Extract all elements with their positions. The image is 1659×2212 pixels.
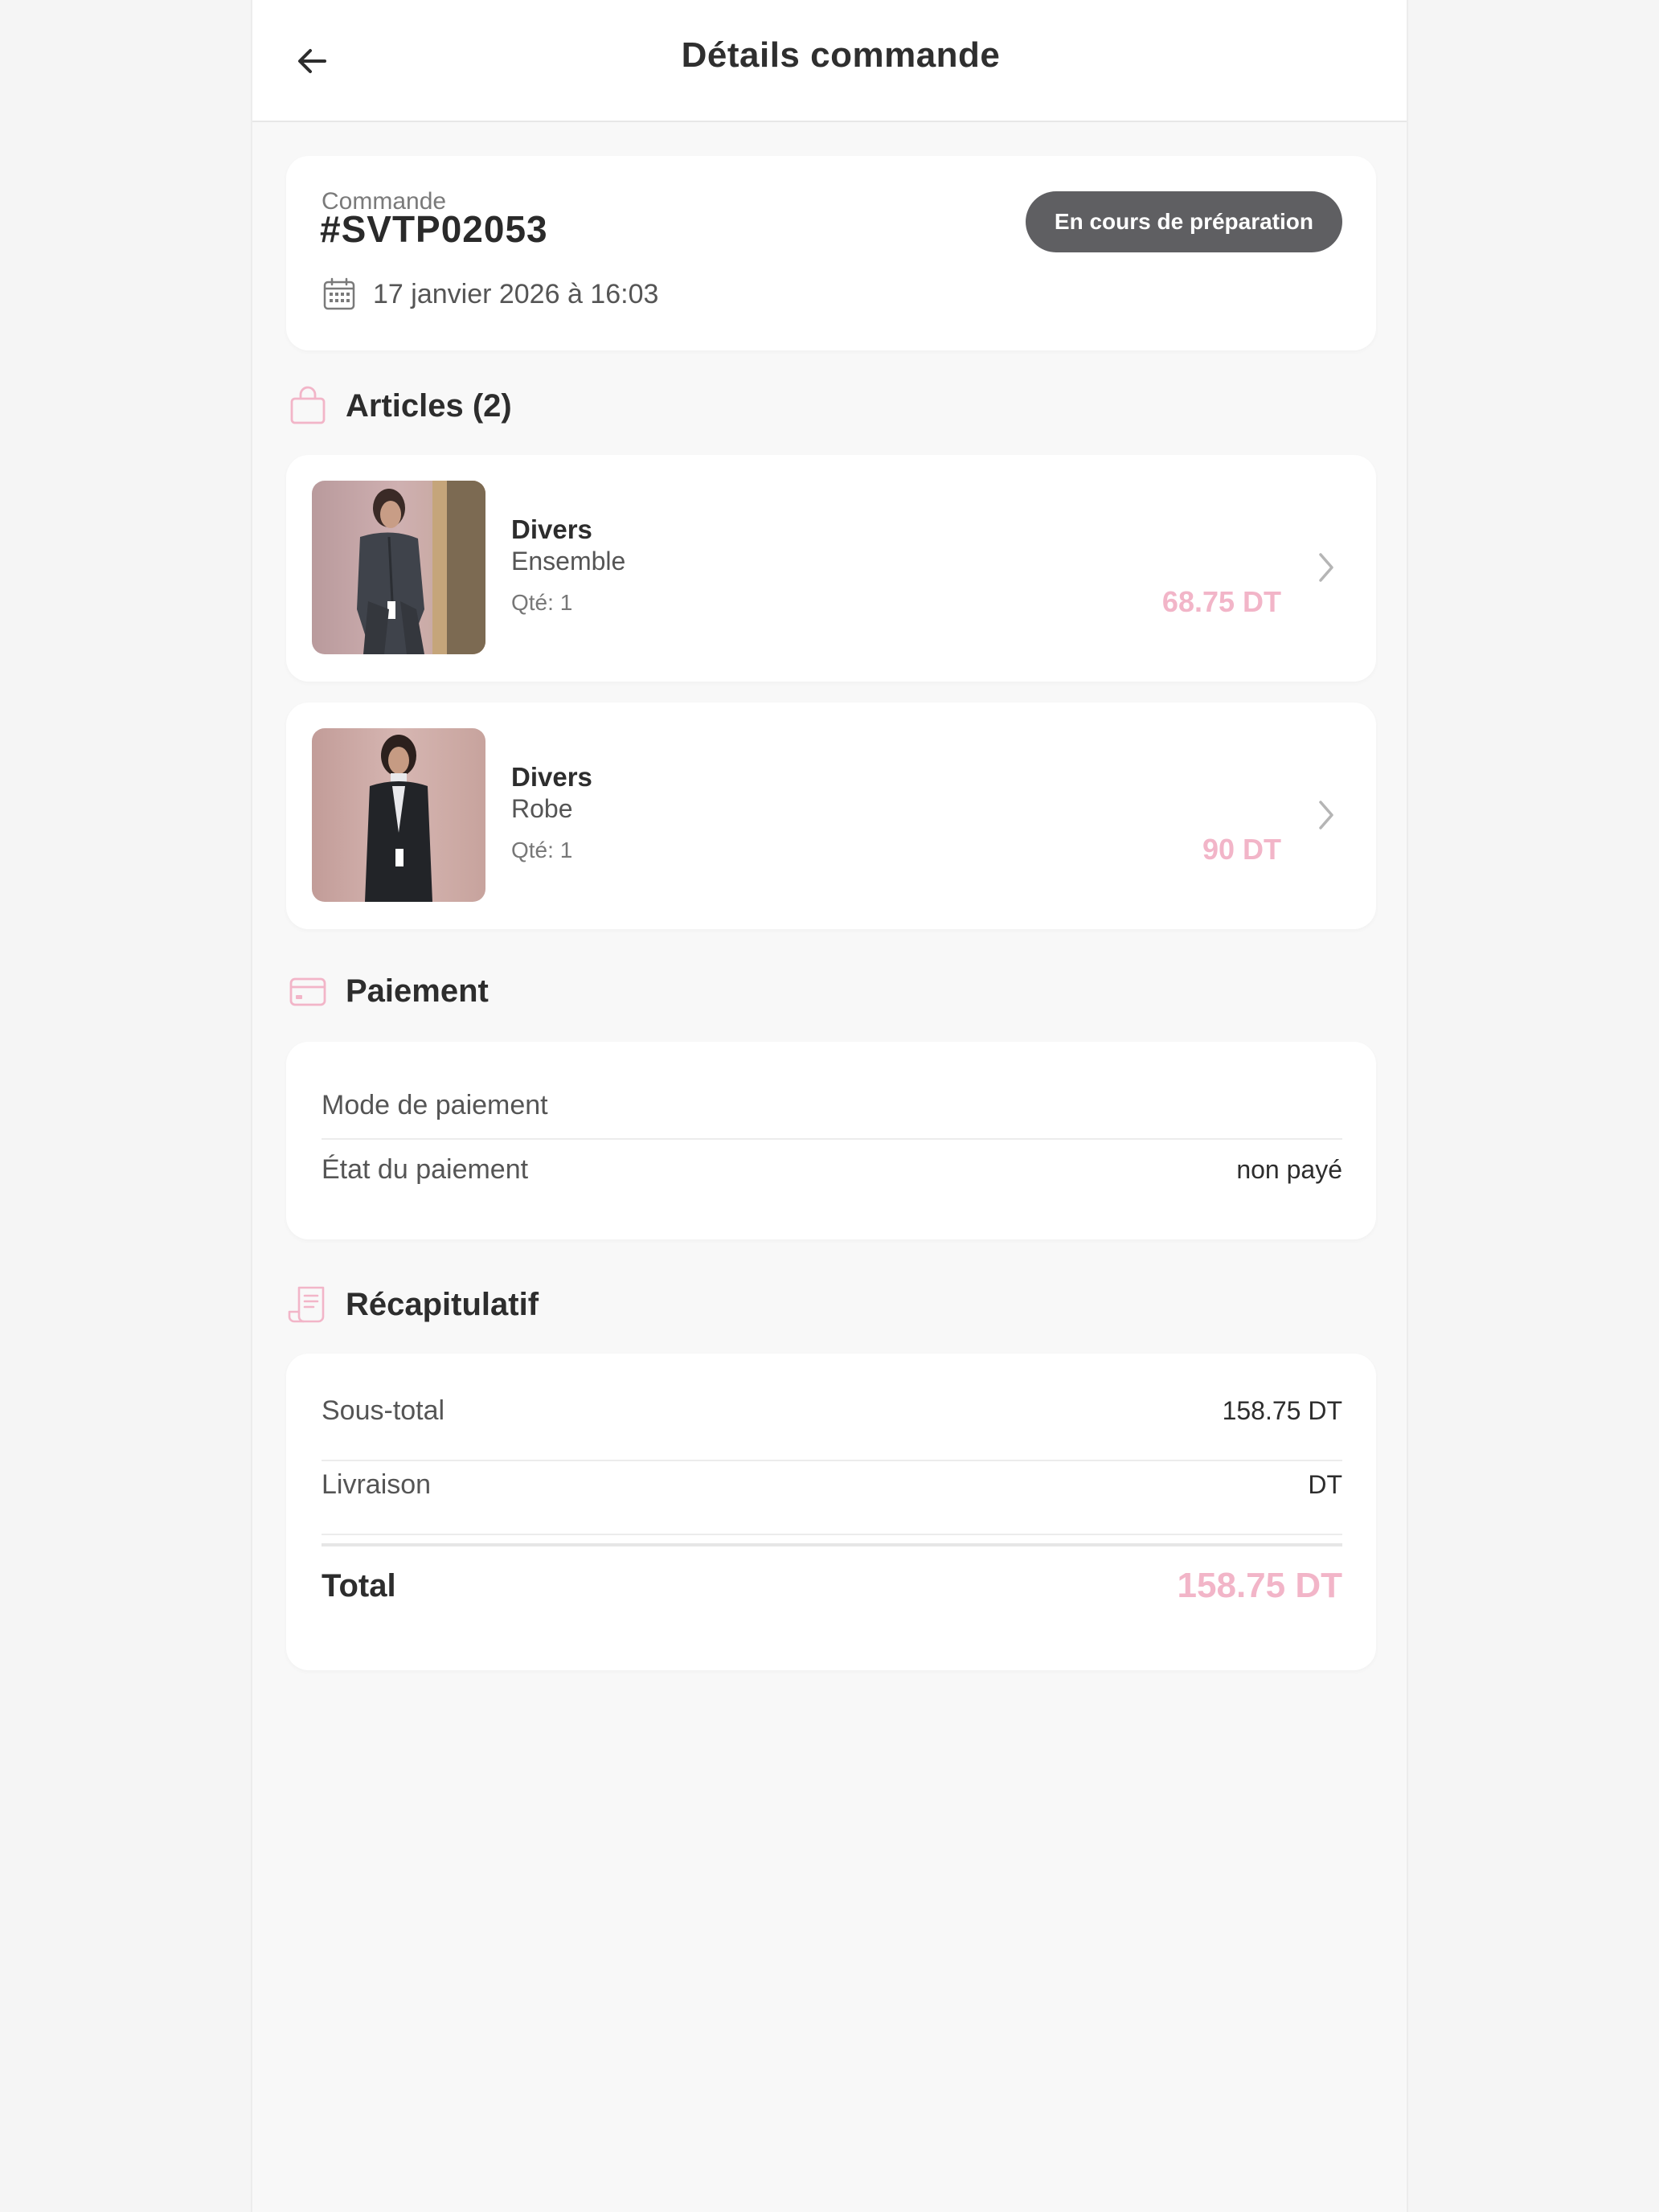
receipt-icon [288, 1286, 325, 1323]
product-image [312, 728, 485, 902]
item-variant: Robe [511, 794, 573, 823]
order-details-screen: Détails commande Commande #SVTP02053 En … [251, 0, 1408, 2212]
chevron-right-icon [1310, 796, 1342, 834]
summary-card: Sous-total 158.75 DT Livraison DT Total … [286, 1354, 1376, 1670]
delivery-row: Livraison DT [322, 1469, 1342, 1501]
product-image [312, 481, 485, 654]
total-label: Total [322, 1567, 396, 1604]
shopping-bag-icon [290, 386, 326, 424]
total-divider [322, 1543, 1342, 1546]
payment-mode-row: Mode de paiement [322, 1090, 1342, 1121]
payment-title: Paiement [346, 973, 489, 1009]
item-quantity: Qté: 1 [511, 590, 573, 615]
payment-status-label: État du paiement [322, 1154, 529, 1185]
delivery-value: DT [1308, 1470, 1342, 1499]
summary-title: Récapitulatif [346, 1286, 539, 1322]
chevron-right-icon [1310, 548, 1342, 587]
item-quantity: Qté: 1 [511, 838, 573, 862]
item-variant: Ensemble [511, 547, 626, 576]
item-name: Divers [511, 762, 592, 792]
item-price: 68.75 DT [1161, 585, 1281, 618]
page-title: Détails commande [681, 35, 1001, 75]
app-header: Détails commande [252, 0, 1407, 122]
item-price: 90 DT [1202, 833, 1281, 866]
list-item[interactable]: Divers Ensemble Qté: 1 68.75 DT [286, 455, 1376, 682]
payment-section-header: Paiement [288, 971, 489, 1011]
order-date: 17 janvier 2026 à 16:03 [373, 278, 659, 309]
delivery-label: Livraison [322, 1469, 432, 1500]
articles-title: Articles (2) [346, 387, 512, 424]
divider [322, 1138, 1342, 1140]
credit-card-icon [289, 977, 326, 1006]
order-date-row: 17 janvier 2026 à 16:03 [322, 276, 658, 312]
articles-section-header: Articles (2) [288, 386, 512, 426]
list-item[interactable]: Divers Robe Qté: 1 90 DT [286, 703, 1376, 929]
subtotal-row: Sous-total 158.75 DT [322, 1395, 1342, 1427]
divider [322, 1460, 1342, 1461]
payment-mode-label: Mode de paiement [322, 1090, 548, 1120]
summary-section-header: Récapitulatif [288, 1284, 539, 1325]
divider [322, 1534, 1342, 1535]
total-row: Total 158.75 DT [322, 1566, 1342, 1606]
order-info-card: Commande #SVTP02053 En cours de préparat… [286, 156, 1376, 350]
subtotal-label: Sous-total [322, 1395, 445, 1426]
payment-status-row: État du paiement non payé [322, 1154, 1342, 1186]
order-number: #SVTP02053 [320, 208, 548, 250]
calendar-icon [323, 277, 355, 310]
payment-card: Mode de paiement État du paiement non pa… [286, 1042, 1376, 1239]
total-value: 158.75 DT [1177, 1566, 1342, 1605]
subtotal-value: 158.75 DT [1222, 1396, 1342, 1425]
item-name: Divers [511, 514, 592, 544]
status-badge: En cours de préparation [1025, 191, 1342, 252]
payment-status-value: non payé [1236, 1155, 1342, 1184]
